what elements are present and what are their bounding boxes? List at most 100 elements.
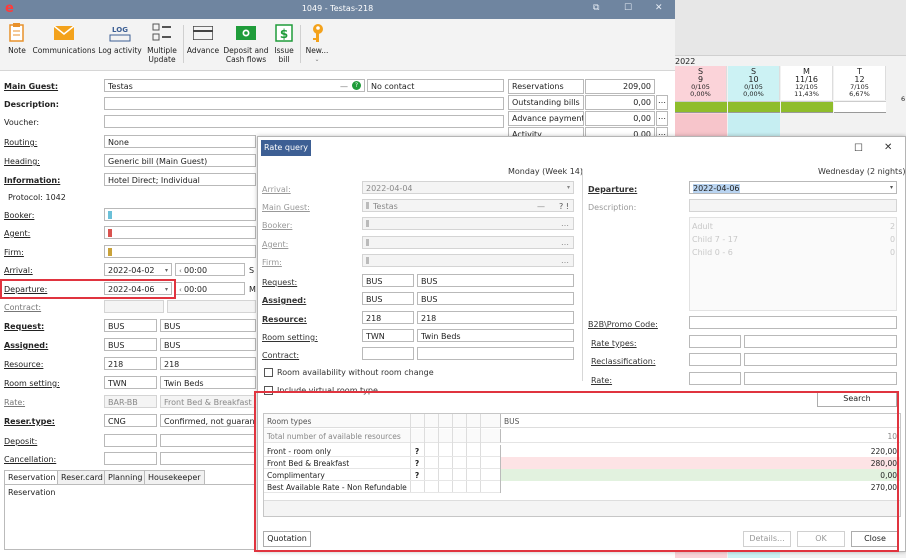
dialog-assigned-code[interactable]: BUS: [362, 292, 414, 305]
request-label[interactable]: Request:: [4, 322, 44, 331]
deposit-cash-flows-button[interactable]: Deposit and Cash flows: [222, 22, 270, 64]
reservation-notes[interactable]: Reservation: [4, 484, 256, 550]
log-activity-button[interactable]: LOG Log activity: [98, 22, 142, 55]
dialog-rate-code[interactable]: [689, 372, 741, 385]
no-contact-field[interactable]: No contact: [367, 79, 504, 92]
tab-reservation[interactable]: Reservation: [4, 470, 60, 485]
contract-label[interactable]: Contract:: [4, 303, 41, 312]
deposit-label[interactable]: Deposit:: [4, 437, 37, 446]
room-setting-label[interactable]: Room setting:: [4, 379, 60, 388]
firm-field[interactable]: [104, 245, 256, 258]
tab-housekeeper[interactable]: Housekeeper: [144, 470, 205, 485]
firm-label[interactable]: Firm:: [4, 248, 24, 257]
dialog-rate-name[interactable]: [744, 372, 897, 385]
dialog-contract-code[interactable]: [362, 347, 414, 360]
assigned-name-field[interactable]: BUS: [160, 338, 256, 351]
dialog-booker-label[interactable]: Booker:: [262, 221, 292, 230]
dialog-assigned-label[interactable]: Assigned:: [262, 296, 306, 305]
cancellation-name-field[interactable]: [160, 452, 256, 465]
description-input[interactable]: [104, 97, 504, 110]
rate-types-name[interactable]: [744, 335, 897, 348]
help-icon[interactable]: ?: [352, 81, 361, 90]
dialog-firm-label[interactable]: Firm:: [262, 258, 282, 267]
dialog-agent-field[interactable]: …: [362, 236, 574, 249]
resource-name-field[interactable]: 218: [160, 357, 256, 370]
reclassification-name[interactable]: [744, 353, 897, 366]
rate-code-field[interactable]: BAR-BB: [104, 395, 157, 408]
routing-field[interactable]: None: [104, 135, 256, 148]
tab-reser-card[interactable]: Reser.card: [57, 470, 107, 485]
dialog-request-label[interactable]: Request:: [262, 278, 297, 287]
dialog-resource-name[interactable]: 218: [417, 311, 574, 324]
calendar-cell[interactable]: [675, 114, 727, 136]
arrival-date-field[interactable]: 2022-04-02 ▾: [104, 263, 172, 276]
dialog-main-guest-field[interactable]: Testas? ! —: [362, 199, 574, 212]
request-name-field[interactable]: BUS: [160, 319, 256, 332]
dialog-departure-label[interactable]: Departure:: [588, 185, 637, 194]
main-guest-field[interactable]: Testas —?: [104, 79, 365, 92]
new-button[interactable]: New... ⌄: [303, 22, 331, 64]
booker-field[interactable]: [104, 208, 256, 221]
promo-code-label[interactable]: B2B\Promo Code:: [588, 320, 658, 329]
promo-code-field[interactable]: [689, 316, 897, 329]
cancellation-code-field[interactable]: [104, 452, 157, 465]
dialog-request-name[interactable]: BUS: [417, 274, 574, 287]
request-code-field[interactable]: BUS: [104, 319, 157, 332]
contract-code-field[interactable]: [104, 300, 164, 313]
contract-name-field[interactable]: [167, 300, 256, 313]
maximize-icon[interactable]: ☐: [854, 143, 863, 154]
rate-types-code[interactable]: [689, 335, 741, 348]
heading-field[interactable]: Generic bill (Main Guest): [104, 154, 256, 167]
restore-icon[interactable]: ⧉: [593, 3, 599, 13]
dialog-firm-field[interactable]: …: [362, 254, 574, 267]
arrival-time-field[interactable]: ‹ 00:00: [175, 263, 245, 276]
reser-type-code-field[interactable]: CNG: [104, 414, 157, 427]
communications-button[interactable]: Communications: [32, 22, 96, 55]
arrival-label[interactable]: Arrival:: [4, 266, 33, 275]
resource-label[interactable]: Resource:: [4, 360, 43, 369]
pax-adult-value[interactable]: 2: [890, 222, 895, 231]
room-availability-checkbox[interactable]: [264, 368, 273, 377]
reclassification-label[interactable]: Reclassification:: [591, 357, 656, 366]
agent-label[interactable]: Agent:: [4, 229, 30, 238]
multiple-update-button[interactable]: Multiple Update: [144, 22, 180, 64]
information-field[interactable]: Hotel Direct; Individual: [104, 173, 256, 186]
dialog-description-field[interactable]: [689, 199, 897, 212]
dialog-arrival-label[interactable]: Arrival:: [262, 185, 291, 194]
room-setting-name-field[interactable]: Twin Beds: [160, 376, 256, 389]
dialog-contract-name[interactable]: [417, 347, 574, 360]
dialog-resource-label[interactable]: Resource:: [262, 315, 307, 324]
advance-button[interactable]: Advance: [186, 22, 220, 55]
booker-label[interactable]: Booker:: [4, 211, 34, 220]
dialog-room-setting-code[interactable]: TWN: [362, 329, 414, 342]
cancellation-label[interactable]: Cancellation:: [4, 455, 56, 464]
rate-label[interactable]: Rate:: [4, 398, 25, 407]
dialog-rate-label[interactable]: Rate:: [591, 376, 612, 385]
dialog-room-setting-name[interactable]: Twin Beds: [417, 329, 574, 342]
dialog-arrival-field[interactable]: 2022-04-04 ▾: [362, 181, 574, 194]
dialog-departure-field[interactable]: 2022-04-06 ▾: [689, 181, 897, 194]
dialog-booker-field[interactable]: …: [362, 217, 574, 230]
dialog-room-setting-label[interactable]: Room setting:: [262, 333, 318, 342]
reclassification-code[interactable]: [689, 353, 741, 366]
dialog-resource-code[interactable]: 218: [362, 311, 414, 324]
main-guest-label[interactable]: Main Guest:: [4, 82, 58, 91]
tab-planning[interactable]: Planning: [104, 470, 147, 485]
pax-child-17-value[interactable]: 0: [890, 235, 895, 244]
close-icon[interactable]: ✕: [884, 142, 892, 153]
deposit-name-field[interactable]: [160, 434, 256, 447]
dialog-request-code[interactable]: BUS: [362, 274, 414, 287]
calendar-cell[interactable]: [728, 114, 780, 136]
issue-bill-button[interactable]: $ Issue bill: [272, 22, 296, 64]
dialog-agent-label[interactable]: Agent:: [262, 240, 288, 249]
departure-time-field[interactable]: ‹ 00:00: [175, 282, 245, 295]
reser-type-label[interactable]: Reser.type:: [4, 417, 55, 426]
agent-field[interactable]: [104, 226, 256, 239]
assigned-label[interactable]: Assigned:: [4, 341, 48, 350]
summary-detail-button[interactable]: …: [656, 111, 668, 126]
maximize-icon[interactable]: ☐: [624, 3, 632, 13]
routing-label[interactable]: Routing:: [4, 138, 37, 147]
room-setting-code-field[interactable]: TWN: [104, 376, 157, 389]
heading-label[interactable]: Heading:: [4, 157, 40, 166]
dialog-contract-label[interactable]: Contract:: [262, 351, 299, 360]
